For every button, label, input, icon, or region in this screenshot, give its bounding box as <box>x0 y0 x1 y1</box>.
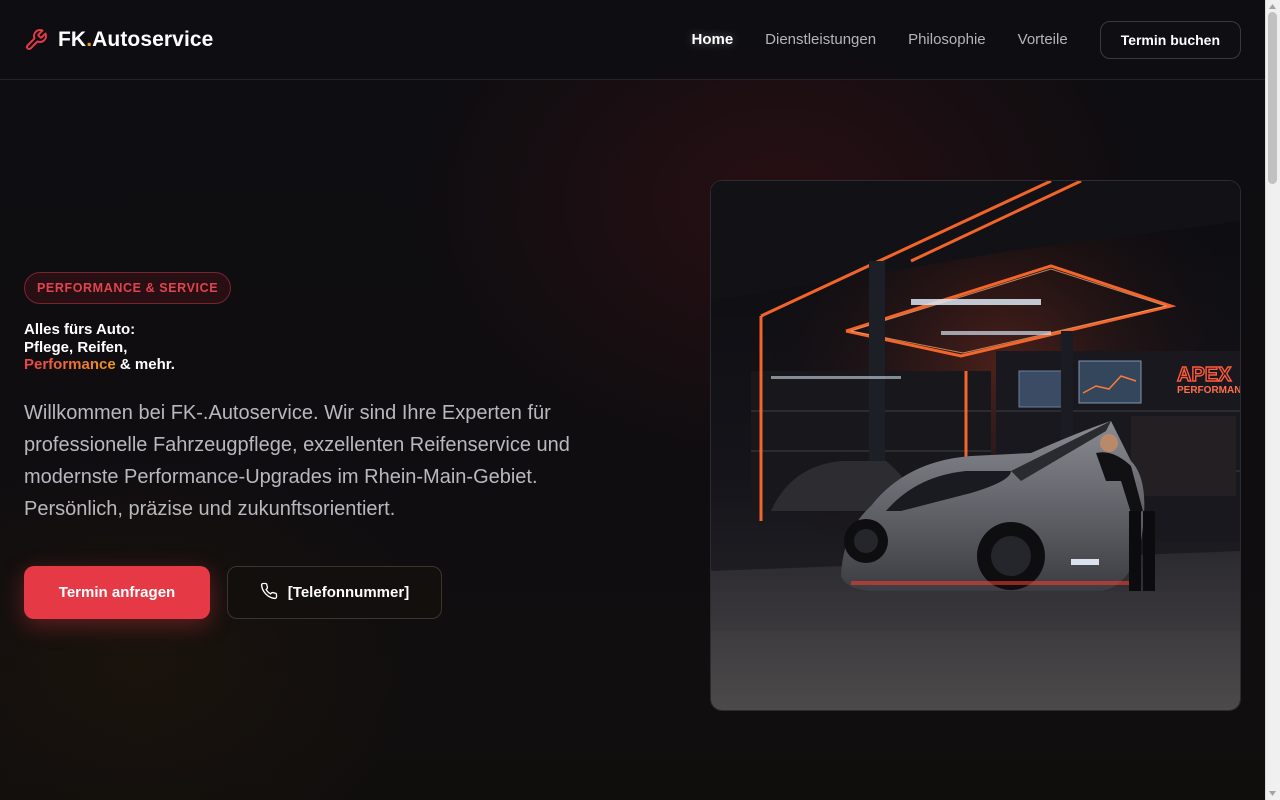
phone-button[interactable]: [Telefonnummer] <box>227 566 442 619</box>
brand-logo[interactable]: FK.Autoservice <box>24 28 213 52</box>
phone-icon <box>260 582 278 604</box>
termin-buchen-button[interactable]: Termin buchen <box>1099 20 1241 59</box>
headline-accent: Performance <box>24 356 116 373</box>
hero-badge: PERFORMANCE & SERVICE <box>24 272 232 304</box>
headline-line-2: Pflege, Reifen, <box>24 338 128 356</box>
main-nav: Home Dienstleistungen Philosophie Vortei… <box>691 20 1241 59</box>
nav-home[interactable]: Home <box>691 31 733 48</box>
termin-anfragen-button[interactable]: Termin anfragen <box>24 566 210 619</box>
hero-lead-text: Willkommen bei FK-.Autoservice. Wir sind… <box>24 402 570 520</box>
scroll-down-icon[interactable] <box>1268 789 1277 797</box>
headline-tail: & mehr. <box>115 356 175 373</box>
scrollbar-thumb[interactable] <box>1268 12 1277 184</box>
page: FK.Autoservice Home Dienstleistungen Phi… <box>0 0 1280 800</box>
headline-line-1: Alles fürs Auto: <box>24 321 136 338</box>
wrench-icon <box>24 28 48 52</box>
brand-name: FK.Autoservice <box>58 27 214 51</box>
neon-sign-apex: APEX <box>1177 364 1232 386</box>
hero-garage-image: APEX PERFORMAN <box>710 180 1241 711</box>
scroll-up-icon[interactable] <box>1268 3 1277 11</box>
phone-button-label: [Telefonnummer] <box>287 584 410 601</box>
hero-headline: Alles fürs Auto: Pflege, Reifen, Perform… <box>24 321 175 374</box>
site-header: FK.Autoservice Home Dienstleistungen Phi… <box>0 0 1265 80</box>
nav-vorteile[interactable]: Vorteile <box>1018 31 1068 48</box>
nav-dienstleistungen[interactable]: Dienstleistungen <box>765 31 876 48</box>
nav-philosophie[interactable]: Philosophie <box>908 31 986 48</box>
page-scrollbar[interactable] <box>1265 0 1280 800</box>
neon-sign-performance: PERFORMAN <box>1177 385 1241 396</box>
